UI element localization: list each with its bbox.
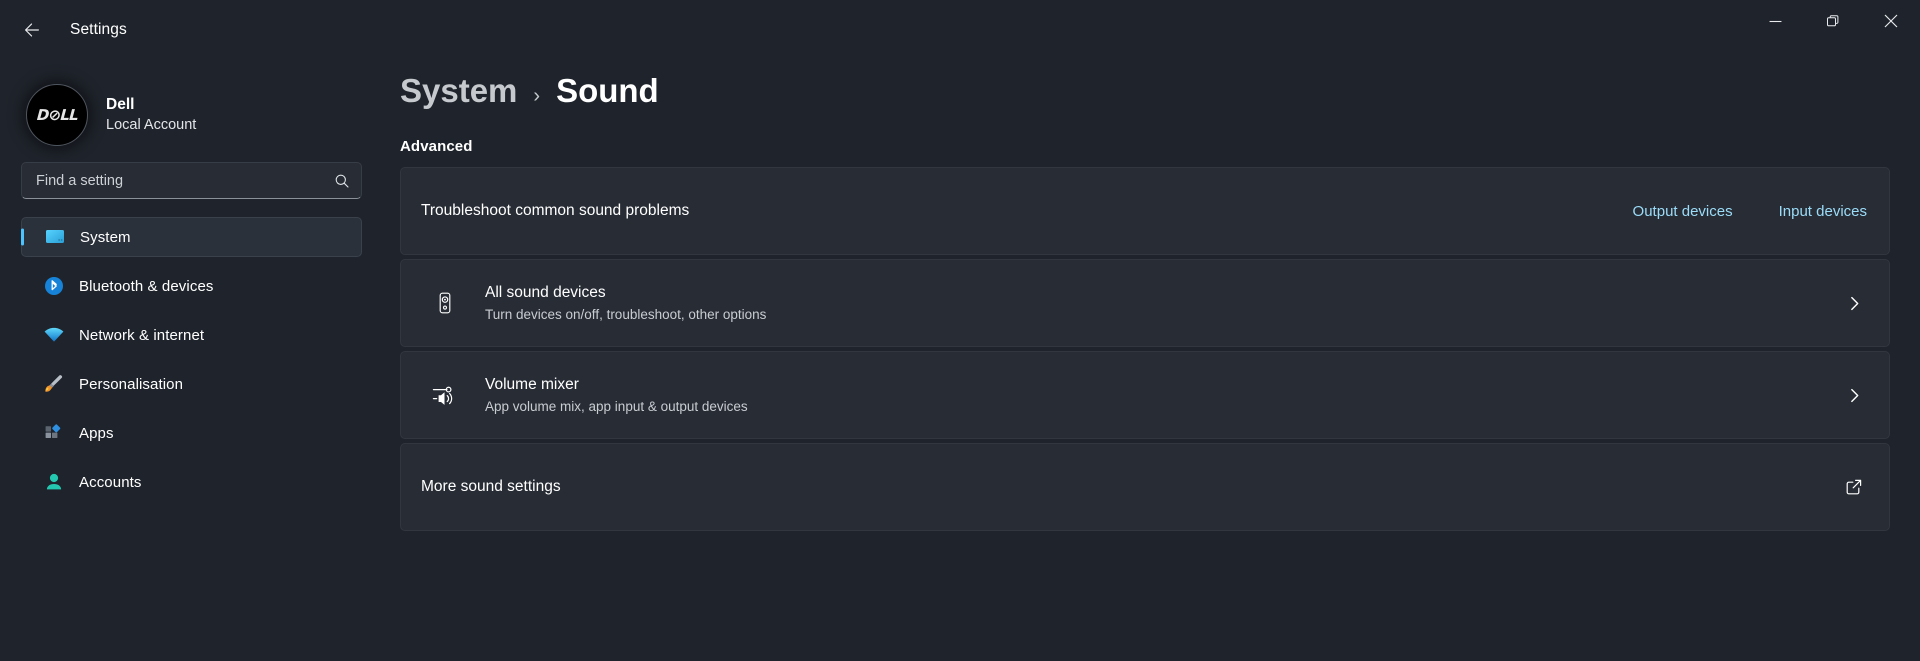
volume-mixer-glyph [432,386,453,405]
window-controls [1746,0,1920,60]
output-devices-link[interactable]: Output devices [1633,203,1733,220]
sidebar-item-system[interactable]: System [21,217,362,257]
minimize-button[interactable] [1746,0,1804,42]
sidebar: D⊘LL Dell Local Account Find a setting S… [0,60,392,661]
card-title: More sound settings [421,478,561,495]
sidebar-item-bluetooth-devices[interactable]: Bluetooth & devices [21,266,362,306]
close-icon [1884,14,1898,28]
sidebar-item-network-internet[interactable]: Network & internet [21,315,362,355]
card-title: All sound devices [485,283,606,301]
restore-button[interactable] [1804,0,1862,42]
search-box[interactable] [21,162,362,199]
close-button[interactable] [1862,0,1920,42]
volume-mixer-icon [423,382,467,408]
card-title: Troubleshoot common sound problems [421,202,690,219]
sidebar-item-label: Personalisation [79,375,184,393]
search-icon[interactable] [334,173,350,189]
paintbrush-icon [43,373,71,395]
minimize-icon [1769,20,1781,22]
chevron-right-glyph [1850,296,1858,310]
sidebar-item-label: Apps [79,424,114,442]
card-subtitle: Turn devices on/off, troubleshoot, other… [485,306,767,322]
account-info: Dell Local Account [106,95,196,134]
card-more-sound-settings[interactable]: More sound settings [400,443,1890,531]
person-glyph [46,473,62,490]
card-title: Volume mixer [485,375,579,393]
breadcrumb: System › Sound [400,60,1890,110]
breadcrumb-separator-icon: › [533,85,541,107]
settings-window: Settings D⊘LL Dell Local Account Find a … [0,0,1920,661]
chevron-right-icon[interactable] [1841,387,1867,404]
troubleshoot-links: Output devices Input devices [1587,203,1867,220]
app-title: Settings [70,21,127,38]
monitor-icon [44,226,72,248]
back-button[interactable] [10,10,54,50]
sidebar-item-label: Accounts [79,473,142,491]
input-devices-link[interactable]: Input devices [1779,203,1867,220]
card-all-sound-devices[interactable]: All sound devices Turn devices on/off, t… [400,259,1890,347]
wifi-glyph [44,327,64,342]
card-text: All sound devices Turn devices on/off, t… [485,283,766,323]
sidebar-item-label: System [80,228,131,246]
card-text: Volume mixer App volume mix, app input &… [485,375,748,415]
restore-icon [1827,15,1839,27]
external-link-icon[interactable] [1841,478,1867,496]
body-area: D⊘LL Dell Local Account Find a setting S… [0,60,1920,661]
paintbrush-glyph [45,375,63,392]
avatar-label: D⊘LL [35,105,79,124]
search-input[interactable] [36,172,328,189]
magnifier-icon [335,174,349,188]
card-text: Troubleshoot common sound problems [421,202,689,220]
sidebar-item-personalisation[interactable]: Personalisation [21,364,362,404]
sidebar-item-label: Bluetooth & devices [79,277,214,295]
person-icon [43,471,71,493]
speaker-icon [423,290,467,316]
section-title-advanced: Advanced [400,138,473,155]
account-subtitle: Local Account [106,116,197,133]
search-wrapper [21,162,362,199]
sidebar-item-accounts[interactable]: Accounts [21,462,362,502]
apps-icon [43,422,71,444]
chevron-right-icon[interactable] [1841,295,1867,312]
account-name: Dell [106,95,135,113]
apps-glyph [45,424,61,438]
bluetooth-icon [43,275,71,297]
breadcrumb-parent[interactable]: System [400,72,517,110]
breadcrumb-current: Sound [556,72,659,109]
main-content: System › Sound Advanced Troubleshoot com… [392,60,1920,661]
card-text: More sound settings [421,478,561,496]
account-block[interactable]: D⊘LL Dell Local Account [0,60,392,156]
sidebar-item-label: Network & internet [79,326,205,344]
external-link-glyph [1846,479,1862,495]
monitor-glyph [46,230,64,243]
card-subtitle: App volume mix, app input & output devic… [485,398,748,414]
sidebar-nav: System Bluetooth & devices Network & int… [0,217,392,502]
sidebar-item-apps[interactable]: Apps [21,413,362,453]
wifi-icon [43,324,71,346]
avatar: D⊘LL [26,83,88,146]
speaker-glyph [439,292,451,314]
bluetooth-glyph [45,277,63,295]
arrow-left-icon [25,23,39,37]
card-troubleshoot-sound: Troubleshoot common sound problems Outpu… [400,167,1890,255]
title-bar: Settings [0,0,1920,60]
chevron-right-glyph [1850,388,1858,402]
card-volume-mixer[interactable]: Volume mixer App volume mix, app input &… [400,351,1890,439]
